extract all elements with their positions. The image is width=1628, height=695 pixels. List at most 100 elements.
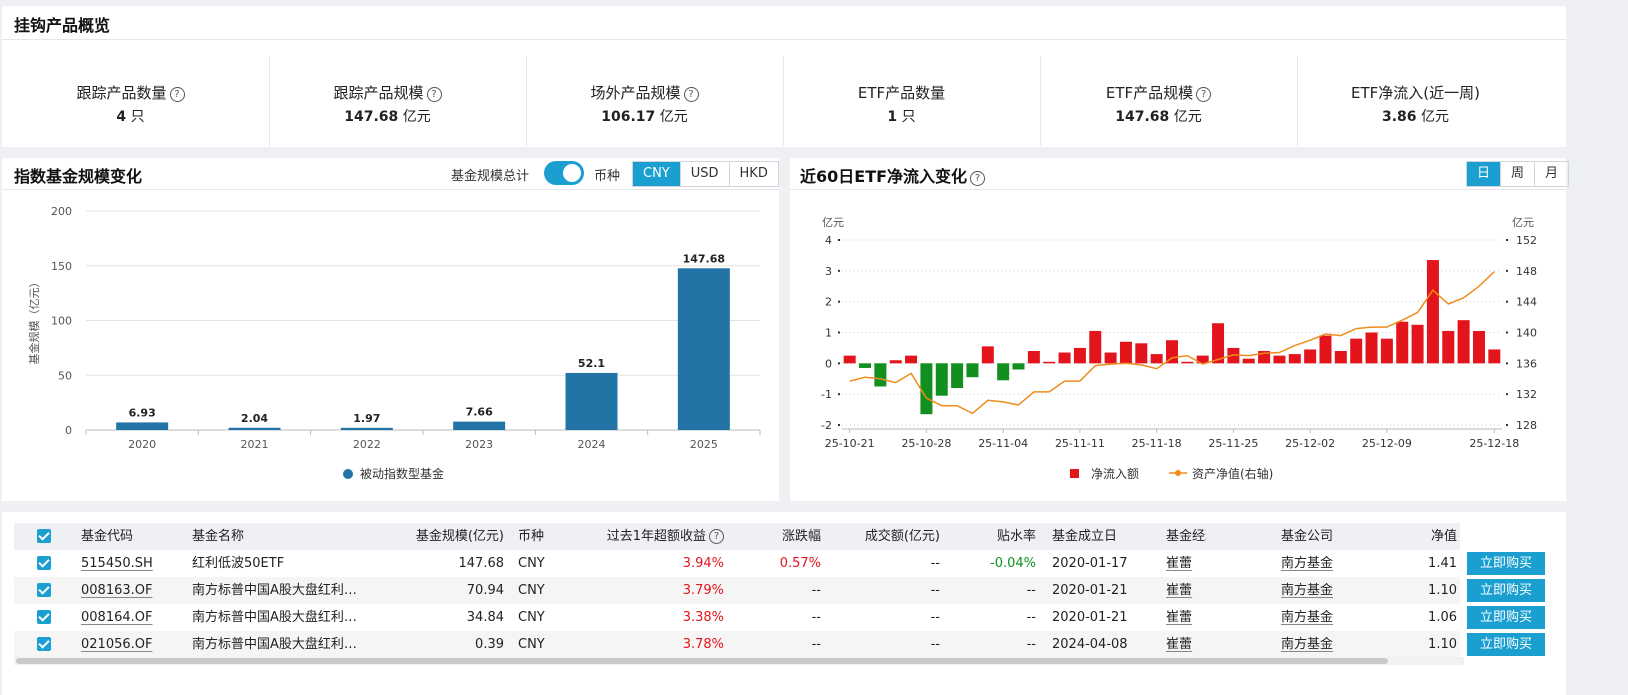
bar[interactable] [453,421,506,430]
inflow-bar[interactable] [1442,330,1455,364]
inflow-bar[interactable] [1396,321,1409,364]
inflow-bar[interactable] [1411,324,1424,364]
column-header-excess[interactable]: 过去1年超额收益? [574,523,724,550]
column-header-manager[interactable]: 基金经理 [1166,523,1206,550]
cell-code[interactable]: 008164.OF [81,604,181,631]
inflow-bar[interactable] [889,360,902,364]
table-row[interactable]: 008163.OF 南方标普中国A股大盘红利… 70.94 CNY 3.79% -- -- -… [14,577,1460,604]
cell-code[interactable]: 515450.SH [81,550,181,577]
cell-code[interactable]: 008163.OF [81,577,181,604]
inflow-bar[interactable] [1380,338,1393,364]
bar[interactable] [677,268,730,430]
inflow-bar[interactable] [1012,363,1025,370]
help-icon[interactable]: ? [1196,87,1212,102]
currency-option-HKD[interactable]: HKD [730,162,778,186]
inflow-bar[interactable] [1058,352,1071,364]
inflow-bar[interactable] [1304,349,1317,364]
inflow-bar[interactable] [1073,347,1086,364]
cell-company[interactable]: 南方基金 [1281,550,1361,577]
bar[interactable] [228,427,281,430]
inflow-bar[interactable] [997,363,1010,381]
cell-manager[interactable]: 崔蕾 [1166,577,1206,604]
inflow-bar[interactable] [1242,358,1255,364]
period-option-月[interactable]: 月 [1535,162,1568,186]
table-row[interactable]: 515450.SH 红利低波50ETF 147.68 CNY 3.94% 0.57% -- -… [14,550,1460,577]
cell-code[interactable]: 021056.OF [81,631,181,658]
table-row[interactable]: 008164.OF 南方标普中国A股大盘红利… 34.84 CNY 3.38% -- -- -… [14,604,1460,631]
period-option-日[interactable]: 日 [1467,162,1502,186]
inflow-bar[interactable] [951,363,964,388]
row-checkbox[interactable] [37,637,51,651]
help-icon[interactable]: ? [970,171,986,186]
column-header-company[interactable]: 基金公司 [1281,523,1361,550]
row-checkbox[interactable] [37,556,51,570]
inflow-bar[interactable] [1365,332,1378,364]
bar[interactable] [116,422,169,430]
cell-company[interactable]: 南方基金 [1281,577,1361,604]
inflow-bar[interactable] [1027,351,1040,364]
cell-manager[interactable]: 崔蕾 [1166,631,1206,658]
column-header-discount[interactable]: 贴水率 [966,523,1036,550]
bar[interactable] [340,427,393,430]
column-header-name[interactable]: 基金名称 [192,523,382,550]
buy-button[interactable]: 立即购买 [1467,579,1545,602]
help-icon[interactable]: ? [709,529,724,544]
currency-option-USD[interactable]: USD [681,162,730,186]
inflow-bar[interactable] [966,363,979,378]
inflow-bar[interactable] [1273,355,1286,364]
table-row[interactable]: 021056.OF 南方标普中国A股大盘红利… 0.39 CNY 3.78% -- -- --… [14,631,1460,658]
legend-label-nav[interactable]: 资产净值(右轴) [1192,466,1273,481]
column-header-currency[interactable]: 币种 [518,523,558,550]
legend-marker[interactable] [343,469,353,479]
inflow-bar[interactable] [1043,361,1056,364]
inflow-bar[interactable] [1457,320,1470,364]
inflow-bar[interactable] [1181,361,1194,364]
legend-label-inflow[interactable]: 净流入额 [1091,467,1139,481]
inflow-bar[interactable] [1119,341,1132,364]
inflow-bar[interactable] [981,346,994,364]
cell-company[interactable]: 南方基金 [1281,631,1361,658]
inflow-bar[interactable] [1334,351,1347,364]
column-header-code[interactable]: 基金代码 [81,523,181,550]
inflow-bar[interactable] [905,355,918,364]
inflow-bar[interactable] [1288,354,1301,364]
inflow-bar[interactable] [920,363,933,415]
help-icon[interactable]: ? [169,87,185,102]
cell-manager[interactable]: 崔蕾 [1166,550,1206,577]
row-checkbox[interactable] [37,610,51,624]
bar[interactable] [565,372,618,430]
legend-label[interactable]: 被动指数型基金 [360,466,444,481]
inflow-bar[interactable] [874,363,887,387]
total-toggle-switch[interactable] [544,161,584,185]
inflow-bar[interactable] [859,363,872,368]
column-header-scale[interactable]: 基金规模(亿元) [394,523,504,550]
buy-button[interactable]: 立即购买 [1467,606,1545,629]
inflow-bar[interactable] [1089,330,1102,364]
help-icon[interactable]: ? [683,87,699,102]
inflow-bar[interactable] [1104,352,1117,364]
inflow-bar[interactable] [1212,323,1225,364]
inflow-bar[interactable] [1319,335,1332,364]
cell-company[interactable]: 南方基金 [1281,604,1361,631]
inflow-bar[interactable] [1166,340,1178,364]
select-all-checkbox[interactable] [37,529,51,543]
inflow-bar[interactable] [1135,343,1148,364]
cell-manager[interactable]: 崔蕾 [1166,604,1206,631]
inflow-bar[interactable] [1472,330,1485,364]
column-header-turnover[interactable]: 成交额(亿元) [840,523,940,550]
period-option-周[interactable]: 周 [1501,162,1536,186]
column-header-inception[interactable]: 基金成立日 [1052,523,1142,550]
column-header-nav[interactable]: 净值 [1407,523,1457,550]
row-checkbox[interactable] [37,583,51,597]
column-header-change[interactable]: 涨跌幅 [741,523,821,550]
help-icon[interactable]: ? [426,87,442,102]
inflow-bar[interactable] [843,355,856,364]
horizontal-scrollbar-thumb[interactable] [16,658,1388,664]
inflow-bar[interactable] [1426,260,1439,364]
inflow-bar[interactable] [1150,354,1163,364]
inflow-bar[interactable] [1488,349,1501,364]
buy-button[interactable]: 立即购买 [1467,552,1545,575]
buy-button[interactable]: 立即购买 [1467,633,1545,656]
currency-option-CNY[interactable]: CNY [633,162,681,186]
inflow-bar[interactable] [1350,338,1363,364]
